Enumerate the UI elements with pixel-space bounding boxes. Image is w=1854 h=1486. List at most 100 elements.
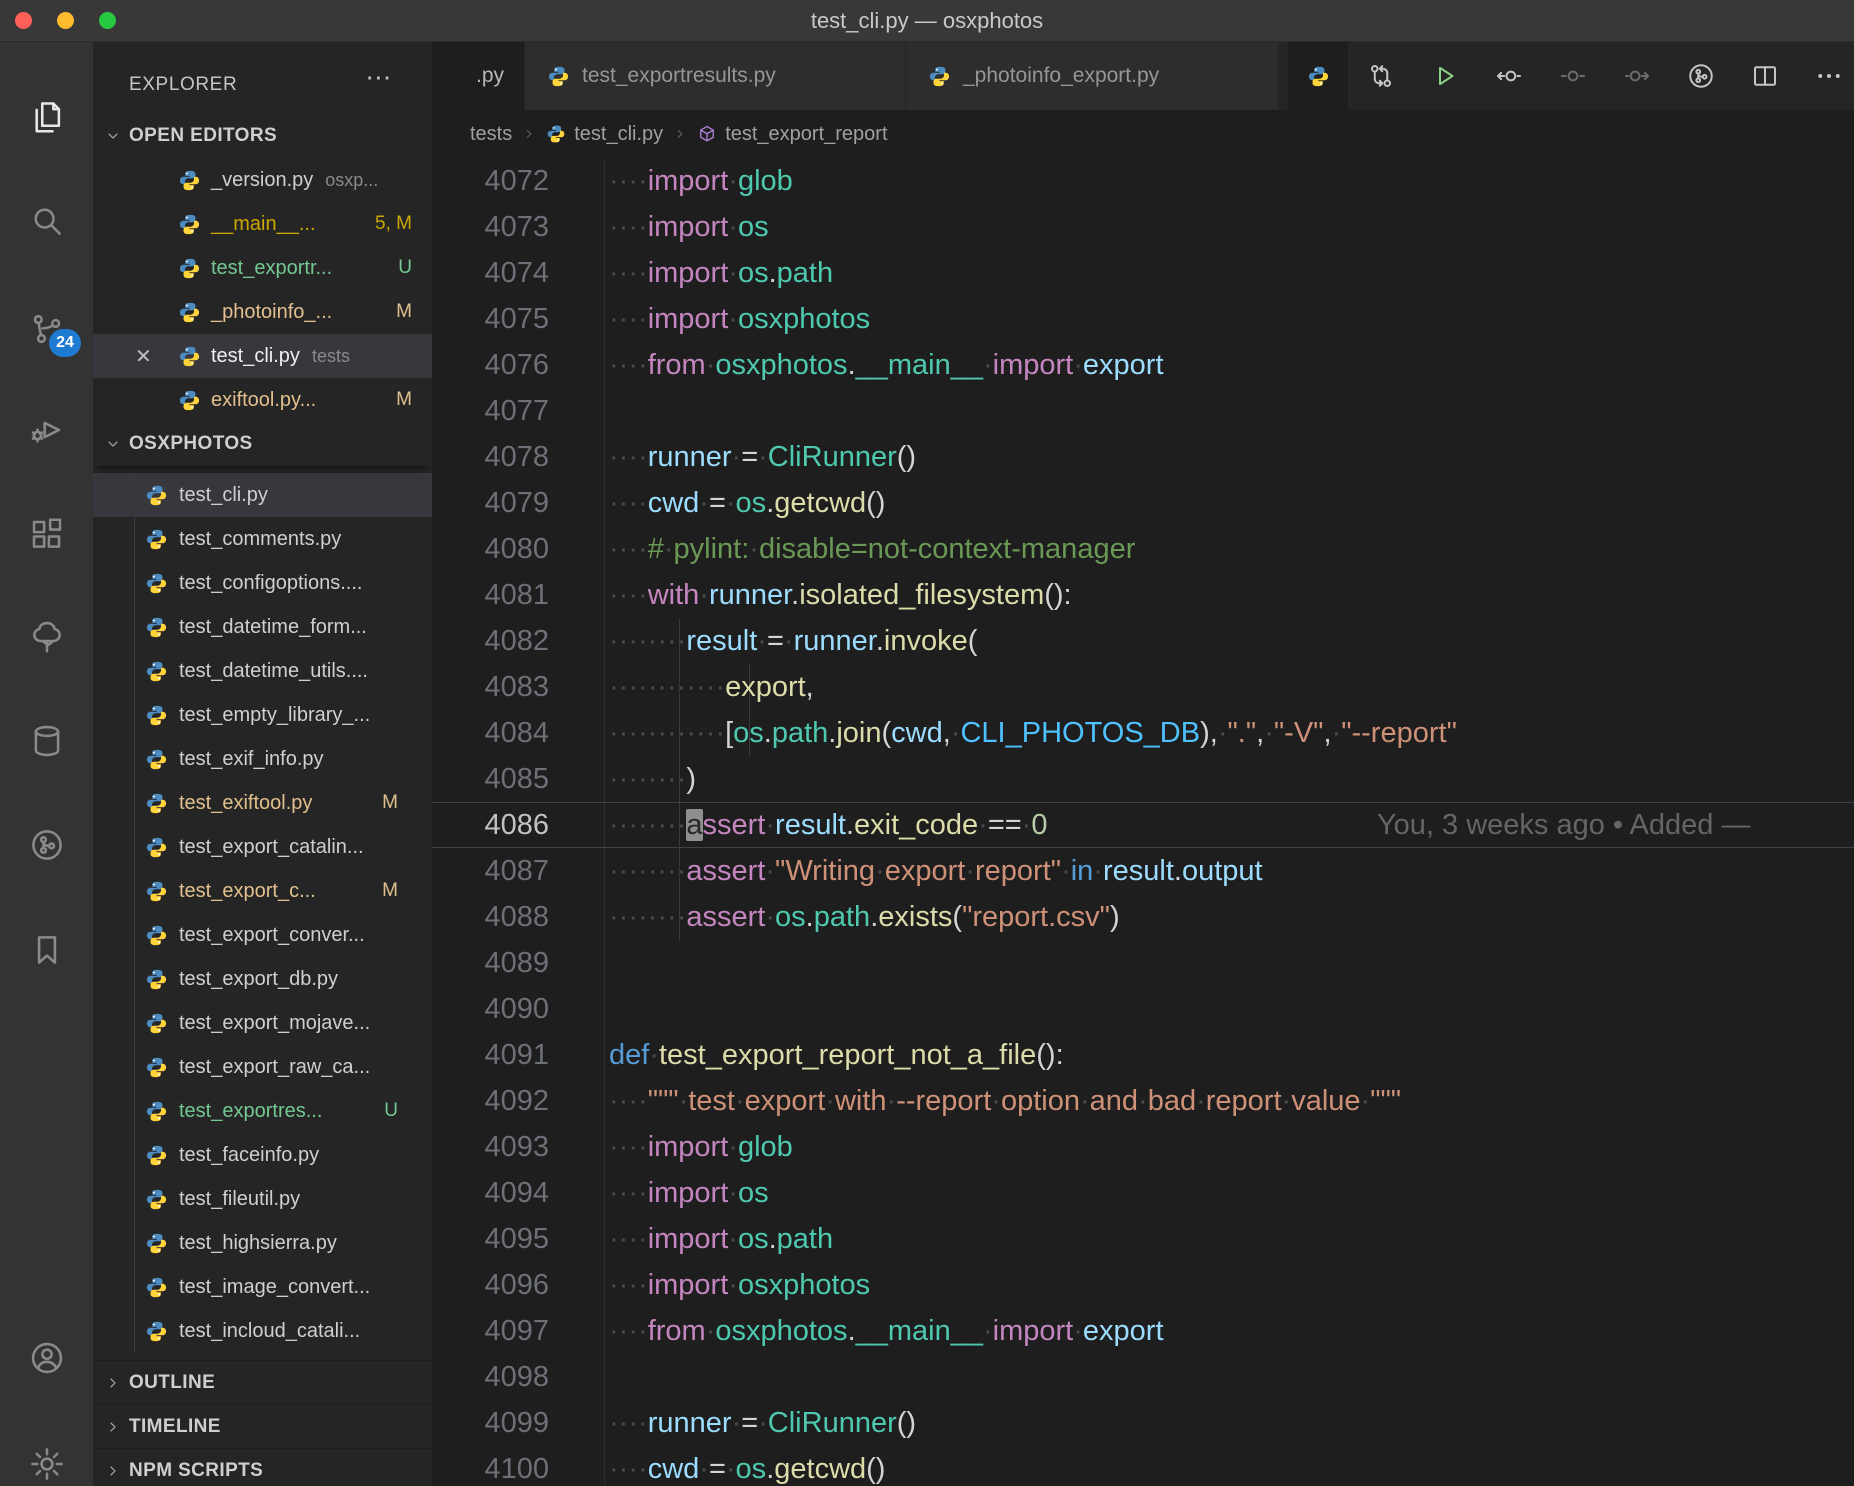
file-tree-item[interactable]: test_export_catalin...: [93, 825, 432, 869]
activity-bar-item-settings[interactable]: [0, 1436, 93, 1486]
file-tree-item[interactable]: test_export_raw_ca...: [93, 1045, 432, 1089]
code-line-4096[interactable]: 4096····import·osxphotos: [432, 1262, 1854, 1308]
close-editor-icon[interactable]: ✕: [135, 344, 152, 369]
open-editor-item[interactable]: exiftool.py...M: [93, 378, 432, 422]
line-number: 4092: [432, 1078, 549, 1124]
line-number: 4076: [432, 342, 549, 388]
python-icon: [145, 1056, 168, 1079]
code-line-4077[interactable]: 4077: [432, 388, 1854, 434]
activity-bar-item-source-control[interactable]: 24: [0, 301, 93, 357]
code-line-4076[interactable]: 4076····from·osxphotos.__main__·import·e…: [432, 342, 1854, 388]
code-line-4097[interactable]: 4097····from·osxphotos.__main__·import·e…: [432, 1308, 1854, 1354]
open-editors-header[interactable]: OPEN EDITORS: [93, 114, 432, 158]
file-tree-item[interactable]: test_cli.py: [93, 473, 432, 517]
file-tree-item[interactable]: test_incloud_catali...: [93, 1309, 432, 1353]
file-tree-item[interactable]: test_empty_library_...: [93, 693, 432, 737]
code-line-4079[interactable]: 4079····cwd·=·os.getcwd(): [432, 480, 1854, 526]
close-window-button[interactable]: [15, 12, 32, 29]
file-tree-item[interactable]: test_exportres...U: [93, 1089, 432, 1133]
file-tree-item[interactable]: test_export_conver...: [93, 913, 432, 957]
record-button[interactable]: [1558, 61, 1588, 91]
line-number: 4078: [432, 434, 549, 480]
open-editor-item[interactable]: __main__...5, M: [93, 202, 432, 246]
code-line-4086[interactable]: 4086········assert·result.exit_code·==·0…: [432, 802, 1854, 848]
file-tree-item[interactable]: test_exif_info.py: [93, 737, 432, 781]
activity-bar-item-account[interactable]: [0, 1330, 93, 1386]
code-line-4085[interactable]: 4085········): [432, 756, 1854, 802]
scrolled-row-sliver: [93, 466, 432, 473]
file-tree-item[interactable]: test_highsierra.py: [93, 1221, 432, 1265]
file-tree-item[interactable]: test_comments.py: [93, 517, 432, 561]
code-line-4072[interactable]: 4072····import·glob: [432, 158, 1854, 204]
breadcrumb-item[interactable]: test_export_report: [697, 123, 887, 146]
split-editor-button[interactable]: [1750, 61, 1780, 91]
code-line-4078[interactable]: 4078····runner·=·CliRunner(): [432, 434, 1854, 480]
open-editor-item[interactable]: ✕test_cli.pytests: [93, 334, 432, 378]
code-line-4094[interactable]: 4094····import·os: [432, 1170, 1854, 1216]
code-line-4099[interactable]: 4099····runner·=·CliRunner(): [432, 1400, 1854, 1446]
activity-bar-item-tree-view[interactable]: [0, 609, 93, 665]
open-editor-item[interactable]: _version.pyosxp...: [93, 158, 432, 202]
views-and-more-actions-button[interactable]: ⋯: [365, 62, 392, 93]
file-tree-item[interactable]: test_export_db.py: [93, 957, 432, 1001]
minimize-window-button[interactable]: [57, 12, 74, 29]
code-line-4074[interactable]: 4074····import·os.path: [432, 250, 1854, 296]
open-editor-item[interactable]: _photoinfo_...M: [93, 290, 432, 334]
line-number: 4073: [432, 204, 549, 250]
file-tree-item[interactable]: test_configoptions....: [93, 561, 432, 605]
step-forward-button[interactable]: [1622, 61, 1652, 91]
code-line-4089[interactable]: 4089: [432, 940, 1854, 986]
breadcrumb-item[interactable]: test_cli.py: [546, 123, 663, 146]
file-tree-item[interactable]: test_export_c...M: [93, 869, 432, 913]
tab-photoinfo-export-py[interactable]: _photoinfo_export.py: [906, 42, 1278, 110]
code-line-4080[interactable]: 4080····#·pylint:·disable=not-context-ma…: [432, 526, 1854, 572]
code-line-4090[interactable]: 4090: [432, 986, 1854, 1032]
file-tree-item[interactable]: test_export_mojave...: [93, 1001, 432, 1045]
activity-bar-item-run-and-debug[interactable]: [0, 402, 93, 458]
tab-test-exportresults-py[interactable]: test_exportresults.py: [525, 42, 905, 110]
code-editor[interactable]: 4072····import·glob4073····import·os4074…: [432, 158, 1854, 1486]
code-line-4093[interactable]: 4093····import·glob: [432, 1124, 1854, 1170]
file-tree-item[interactable]: test_faceinfo.py: [93, 1133, 432, 1177]
code-line-4082[interactable]: 4082········result·=·runner.invoke(: [432, 618, 1854, 664]
activity-bar-item-explorer[interactable]: [0, 89, 93, 145]
code-line-4083[interactable]: 4083············export,: [432, 664, 1854, 710]
sidebar-section-outline[interactable]: OUTLINE: [93, 1360, 432, 1404]
code-line-4088[interactable]: 4088········assert·os.path.exists("repor…: [432, 894, 1854, 940]
breadcrumb-item[interactable]: tests: [470, 123, 512, 146]
zoom-window-button[interactable]: [99, 12, 116, 29]
code-line-4075[interactable]: 4075····import·osxphotos: [432, 296, 1854, 342]
code-line-4092[interactable]: 4092····"""·test·export·with·--report·op…: [432, 1078, 1854, 1124]
open-editor-item[interactable]: test_exportr...U: [93, 246, 432, 290]
code-line-4073[interactable]: 4073····import·os: [432, 204, 1854, 250]
project-section-header[interactable]: OSXPHOTOS: [93, 422, 432, 466]
code-line-4095[interactable]: 4095····import·os.path: [432, 1216, 1854, 1262]
python-icon: [178, 169, 201, 192]
code-line-4087[interactable]: 4087········assert·"Writing·export·repor…: [432, 848, 1854, 894]
more-actions-button[interactable]: [1814, 61, 1844, 91]
activity-bar-item-bookmarks[interactable]: [0, 922, 93, 978]
code-line-4098[interactable]: 4098: [432, 1354, 1854, 1400]
code-line-4100[interactable]: 4100····cwd·=·os.getcwd(): [432, 1446, 1854, 1486]
compare-changes-button[interactable]: [1366, 61, 1396, 91]
git-status-badge: U: [398, 257, 412, 279]
activity-bar-item-search[interactable]: [0, 193, 93, 249]
tab-python-icon[interactable]: [1288, 42, 1348, 110]
file-tree-item[interactable]: test_fileutil.py: [93, 1177, 432, 1221]
tab-test-cli-py[interactable]: .py: [432, 42, 524, 110]
run-button[interactable]: [1430, 61, 1460, 91]
file-tree-item[interactable]: test_datetime_utils....: [93, 649, 432, 693]
code-line-4084[interactable]: 4084············[os.path.join(cwd,·CLI_P…: [432, 710, 1854, 756]
git-graph-button[interactable]: [1686, 61, 1716, 91]
file-tree-item[interactable]: test_image_convert...: [93, 1265, 432, 1309]
sidebar-section-npm-scripts[interactable]: NPM SCRIPTS: [93, 1448, 432, 1486]
activity-bar-item-git[interactable]: [0, 817, 93, 873]
activity-bar-item-database[interactable]: [0, 713, 93, 769]
activity-bar-item-extensions[interactable]: [0, 506, 93, 562]
step-back-button[interactable]: [1494, 61, 1524, 91]
code-line-4091[interactable]: 4091def·test_export_report_not_a_file():: [432, 1032, 1854, 1078]
file-tree-item[interactable]: test_exiftool.pyM: [93, 781, 432, 825]
file-tree-item[interactable]: test_datetime_form...: [93, 605, 432, 649]
code-line-4081[interactable]: 4081····with·runner.isolated_filesystem(…: [432, 572, 1854, 618]
sidebar-section-timeline[interactable]: TIMELINE: [93, 1404, 432, 1448]
